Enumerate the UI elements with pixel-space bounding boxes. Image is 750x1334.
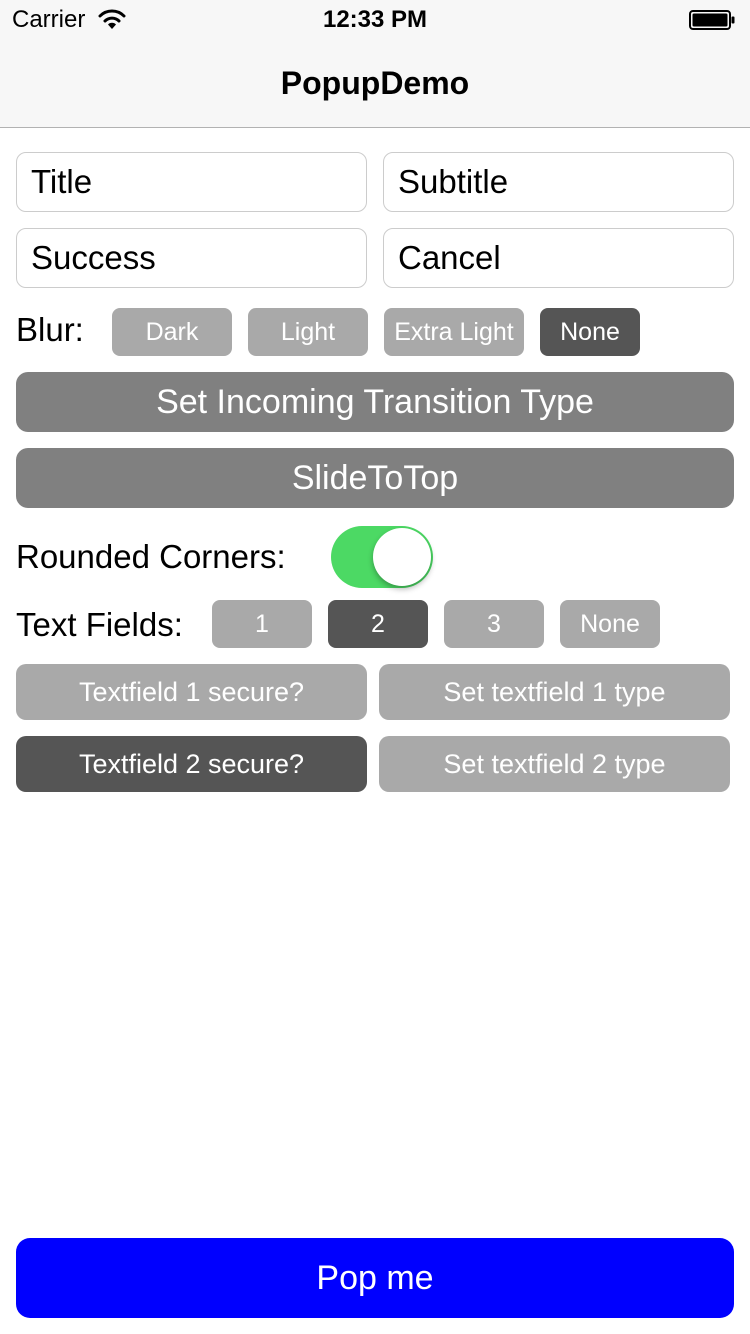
blur-light-button[interactable]: Light	[248, 308, 368, 356]
textfield-1-type-button[interactable]: Set textfield 1 type	[379, 664, 730, 720]
rounded-corners-label: Rounded Corners:	[16, 538, 286, 575]
toggle-knob	[373, 528, 431, 586]
textfield-2-type-button[interactable]: Set textfield 2 type	[379, 736, 730, 792]
set-transition-button[interactable]: Set Incoming Transition Type	[16, 372, 734, 432]
textfield-1-secure-button[interactable]: Textfield 1 secure?	[16, 664, 367, 720]
pop-me-button[interactable]: Pop me	[16, 1238, 734, 1318]
status-time: 12:33 PM	[322, 6, 428, 33]
textfield-2-secure-button[interactable]: Textfield 2 secure?	[16, 736, 367, 792]
page-title: PopupDemo	[280, 65, 470, 101]
text-fields-none-button[interactable]: None	[560, 600, 660, 648]
title-field[interactable]: Title	[16, 152, 367, 212]
rounded-corners-toggle[interactable]	[331, 526, 433, 588]
text-fields-2-button[interactable]: 2	[328, 600, 428, 648]
text-fields-1-button[interactable]: 1	[212, 600, 312, 648]
blur-extra-light-button[interactable]: Extra Light	[384, 308, 524, 356]
cancel-field[interactable]: Cancel	[383, 228, 734, 288]
text-fields-3-button[interactable]: 3	[444, 600, 544, 648]
blur-label: Blur:	[16, 311, 84, 348]
navigation-bar: PopupDemo	[0, 40, 750, 128]
success-field[interactable]: Success	[16, 228, 367, 288]
transition-type-button[interactable]: SlideToTop	[16, 448, 734, 508]
blur-dark-button[interactable]: Dark	[112, 308, 232, 356]
status-bar: Carrier 12:33 PM	[0, 0, 750, 40]
text-fields-label: Text Fields:	[16, 606, 183, 643]
battery-icon	[689, 10, 735, 30]
blur-none-button[interactable]: None	[540, 308, 640, 356]
subtitle-field[interactable]: Subtitle	[383, 152, 734, 212]
